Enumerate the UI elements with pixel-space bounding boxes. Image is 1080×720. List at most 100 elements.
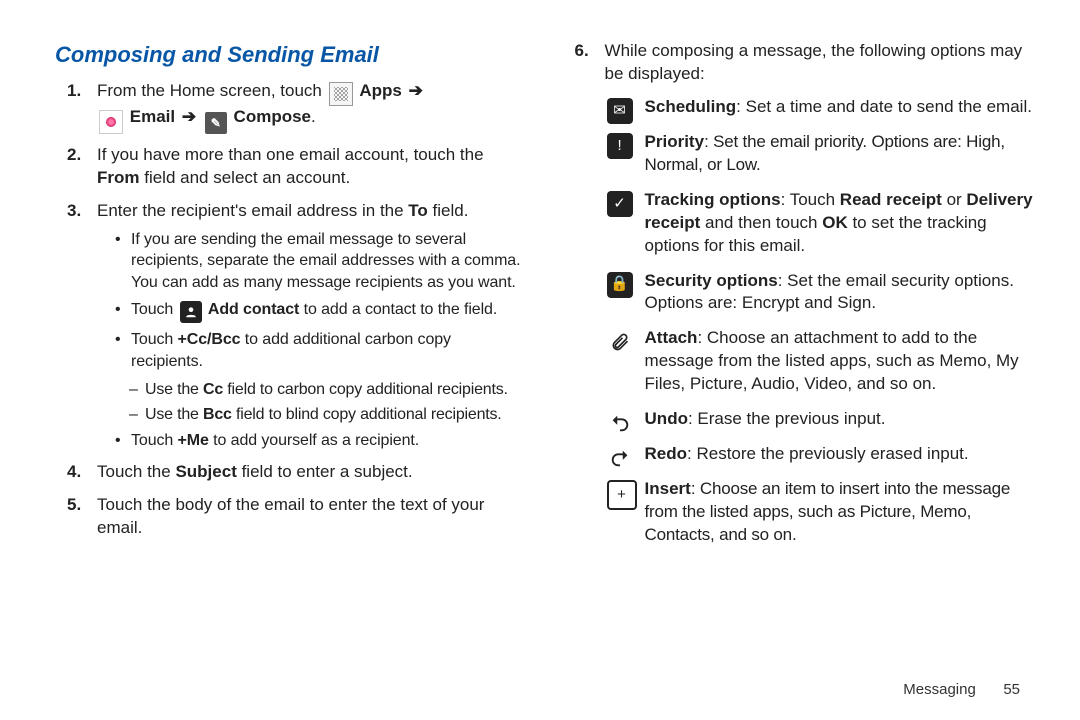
step-text: If you have more than one email account,…: [97, 145, 484, 187]
right-column: 6. While composing a message, the follow…: [563, 40, 1040, 690]
feature-title: Security options: [645, 271, 778, 290]
step-3: 3. Enter the recipient's email address i…: [55, 200, 523, 452]
feature-text: : Choose an item to insert into the mess…: [645, 479, 1011, 544]
text-fragment: field to carbon copy additional recipien…: [223, 381, 508, 398]
apps-label: Apps: [359, 81, 402, 100]
bold-fragment: Read receipt: [840, 190, 942, 209]
instruction-list-right: 6. While composing a message, the follow…: [563, 40, 1040, 547]
feature-insert: + Insert: Choose an item to insert into …: [605, 478, 1040, 547]
feature-security: 🔒 Security options: Set the email securi…: [605, 270, 1040, 316]
step-number: 4.: [67, 461, 81, 484]
arrow-icon: ➔: [407, 81, 425, 100]
dash-item: Use the Cc field to carbon copy addition…: [115, 379, 523, 401]
feature-text: : Restore the previously erased input.: [687, 444, 969, 463]
feature-title: Attach: [645, 328, 698, 347]
email-label: Email: [130, 107, 175, 126]
scheduling-icon: ✉: [607, 98, 633, 124]
feature-title: Priority: [645, 132, 705, 151]
security-icon: 🔒: [607, 272, 633, 298]
text-fragment: If you have more than one email account,…: [97, 145, 484, 164]
feature-title: Redo: [645, 444, 688, 463]
step-2: 2. If you have more than one email accou…: [55, 144, 523, 190]
feature-title: Scheduling: [645, 97, 737, 116]
feature-redo: Redo: Restore the previously erased inpu…: [605, 443, 1040, 466]
step-number: 2.: [67, 144, 81, 167]
step-number: 3.: [67, 200, 81, 223]
bold-fragment: OK: [822, 213, 848, 232]
text-fragment: field.: [428, 201, 469, 220]
page: Composing and Sending Email 1. From the …: [0, 0, 1080, 720]
step-1: 1. From the Home screen, touch Apps ➔ Em…: [55, 80, 523, 134]
feature-list: ✉ Scheduling: Set a time and date to sen…: [605, 96, 1040, 547]
page-footer: Messaging 55: [903, 680, 1020, 700]
contact-icon: [180, 301, 202, 323]
footer-section: Messaging: [903, 681, 976, 698]
feature-text: : Touch: [781, 190, 840, 209]
section-heading: Composing and Sending Email: [55, 40, 523, 70]
step-number: 5.: [67, 494, 81, 517]
redo-icon: [607, 445, 633, 471]
apps-icon: [329, 82, 353, 106]
feature-title: Tracking options: [645, 190, 781, 209]
text-fragment: Enter the recipient's email address in t…: [97, 201, 408, 220]
bold-fragment: From: [97, 168, 140, 187]
text-fragment: Touch the: [97, 462, 175, 481]
text-fragment: field to blind copy additional recipient…: [232, 406, 502, 423]
feature-text: : Set a time and date to send the email.: [736, 97, 1032, 116]
step-text: From the Home screen, touch Apps ➔ Email…: [97, 81, 425, 126]
bold-fragment: Add contact: [208, 301, 299, 318]
text-fragment: field to enter a subject.: [237, 462, 413, 481]
step-3-sublist: If you are sending the email message to …: [97, 229, 523, 452]
text-fragment: or: [942, 190, 967, 209]
insert-icon: +: [607, 480, 637, 510]
bold-fragment: Cc: [203, 381, 223, 398]
text-fragment: to add yourself as a recipient.: [209, 432, 419, 449]
text-fragment: Touch: [131, 301, 178, 318]
bold-fragment: Subject: [175, 462, 236, 481]
bullet-item: If you are sending the email message to …: [115, 229, 523, 294]
bold-fragment: +Cc/Bcc: [178, 331, 241, 348]
step-number: 1.: [67, 80, 81, 103]
step-text: Touch the Subject field to enter a subje…: [97, 462, 413, 481]
email-icon: [99, 110, 123, 134]
feature-priority: ! Priority: Set the email priority. Opti…: [605, 131, 1040, 177]
bullet-item: Touch Add contact to add a contact to th…: [115, 299, 523, 323]
arrow-icon: ➔: [180, 107, 198, 126]
step-4: 4. Touch the Subject field to enter a su…: [55, 461, 523, 484]
bullet-item: Touch +Me to add yourself as a recipient…: [115, 430, 523, 452]
feature-attach: Attach: Choose an attachment to add to t…: [605, 327, 1040, 396]
text-fragment: to add a contact to the field.: [299, 301, 497, 318]
text-fragment: Use the: [145, 381, 203, 398]
feature-text: : Erase the previous input.: [688, 409, 886, 428]
text-fragment: From the Home screen, touch: [97, 81, 327, 100]
step-6: 6. While composing a message, the follow…: [563, 40, 1040, 547]
priority-icon: !: [607, 133, 633, 159]
tracking-icon: ✓: [607, 191, 633, 217]
left-column: Composing and Sending Email 1. From the …: [55, 40, 523, 690]
bold-fragment: +Me: [178, 432, 209, 449]
step-5: 5. Touch the body of the email to enter …: [55, 494, 523, 540]
text-fragment: Use the: [145, 406, 203, 423]
bold-fragment: Bcc: [203, 406, 232, 423]
step-text: While composing a message, the following…: [605, 41, 1023, 83]
footer-page-number: 55: [980, 680, 1020, 700]
instruction-list: 1. From the Home screen, touch Apps ➔ Em…: [55, 80, 523, 540]
undo-icon: [607, 410, 633, 436]
text-fragment: Touch: [131, 331, 178, 348]
step-text: Enter the recipient's email address in t…: [97, 201, 468, 220]
feature-text: : Choose an attachment to add to the mes…: [645, 328, 1019, 393]
feature-title: Undo: [645, 409, 688, 428]
attach-icon: [607, 329, 633, 355]
feature-undo: Undo: Erase the previous input.: [605, 408, 1040, 431]
feature-tracking: ✓ Tracking options: Touch Read receipt o…: [605, 189, 1040, 258]
bold-fragment: To: [408, 201, 428, 220]
compose-label: Compose: [234, 107, 311, 126]
text-fragment: field and select an account.: [140, 168, 351, 187]
feature-title: Insert: [645, 479, 691, 498]
dash-item: Use the Bcc field to blind copy addition…: [115, 404, 523, 426]
compose-icon: ✎: [205, 112, 227, 134]
text-fragment: and then touch: [700, 213, 822, 232]
step-number: 6.: [575, 40, 589, 63]
step-text: Touch the body of the email to enter the…: [97, 495, 484, 537]
feature-scheduling: ✉ Scheduling: Set a time and date to sen…: [605, 96, 1040, 119]
